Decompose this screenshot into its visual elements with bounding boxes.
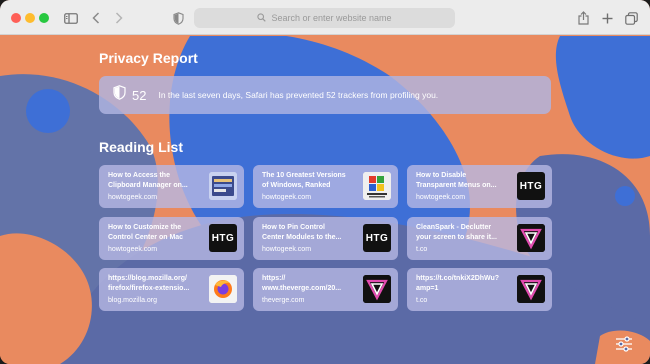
item-domain: howtogeek.com bbox=[108, 194, 158, 201]
verge-logo-icon bbox=[517, 275, 545, 303]
item-title-line: CleanSpark - Declutter bbox=[416, 224, 492, 231]
item-title-line: How to Customize the bbox=[108, 224, 182, 231]
item-title-line: https://blog.mozilla.org/ bbox=[108, 275, 187, 282]
item-title-line: Control Center on Mac bbox=[108, 233, 184, 241]
search-icon bbox=[257, 12, 267, 24]
privacy-report-message: In the last seven days, Safari has preve… bbox=[158, 90, 439, 100]
item-title-line: of Windows, Ranked bbox=[262, 181, 331, 189]
item-title-line: Clipboard Manager on... bbox=[108, 181, 188, 189]
back-icon[interactable] bbox=[90, 8, 102, 28]
htg-logo-icon: HTG bbox=[517, 172, 545, 200]
item-domain: howtogeek.com bbox=[262, 246, 312, 253]
customize-start-page-icon[interactable] bbox=[615, 336, 633, 357]
item-title-line: How to Pin Control bbox=[262, 224, 325, 231]
item-domain: howtogeek.com bbox=[262, 194, 312, 201]
item-domain: howtogeek.com bbox=[416, 194, 466, 201]
item-title-line: How to Access the bbox=[108, 172, 170, 179]
address-bar[interactable]: Search or enter website name bbox=[194, 8, 455, 28]
shield-icon bbox=[113, 85, 126, 105]
sidebar-toggle-icon[interactable] bbox=[63, 8, 79, 28]
close-window-button[interactable] bbox=[11, 13, 21, 23]
item-title-line: firefox/firefox-extensio... bbox=[108, 284, 190, 292]
item-title-line: Center Modules to the... bbox=[262, 233, 342, 241]
item-domain: theverge.com bbox=[262, 297, 305, 304]
tracker-count: 52 bbox=[132, 87, 147, 103]
item-domain: howtogeek.com bbox=[108, 246, 158, 253]
new-tab-icon[interactable] bbox=[600, 8, 614, 28]
item-title-line: amp=1 bbox=[416, 284, 439, 292]
reading-list-item[interactable]: How to Customize the Control Center on Ma… bbox=[99, 217, 244, 260]
start-page: Privacy Report 52 In the last seven days… bbox=[0, 36, 650, 364]
item-title-line: Transparent Menus on... bbox=[416, 181, 497, 189]
reading-list-item[interactable]: The 10 Greatest Versions of Windows, Rank… bbox=[253, 165, 398, 208]
item-title-line: www.theverge.com/20... bbox=[262, 284, 342, 292]
reading-list-item[interactable]: How to Access the Clipboard Manager on...… bbox=[99, 165, 244, 208]
verge-logo-icon bbox=[517, 224, 545, 252]
htg-logo-icon: HTG bbox=[209, 224, 237, 252]
windows-logo-icon bbox=[363, 172, 391, 200]
reading-list-heading: Reading List bbox=[99, 139, 184, 155]
reading-list-item[interactable]: https://t.co/tnkiX2DhWu? amp=1 t.co bbox=[407, 268, 552, 311]
item-domain: blog.mozilla.org bbox=[108, 297, 158, 304]
tab-overview-icon[interactable] bbox=[624, 8, 638, 28]
forward-icon[interactable] bbox=[113, 8, 125, 28]
address-placeholder: Search or enter website name bbox=[271, 13, 392, 23]
firefox-logo-icon bbox=[209, 275, 237, 303]
reading-list-item[interactable]: https:// www.theverge.com/20... theverge.… bbox=[253, 268, 398, 311]
toolbar: Search or enter website name bbox=[0, 0, 650, 35]
item-domain: t.co bbox=[416, 246, 428, 253]
item-title-line: https:// bbox=[262, 275, 286, 282]
privacy-shield-icon[interactable] bbox=[171, 8, 185, 28]
htg-logo-icon: HTG bbox=[363, 224, 391, 252]
item-domain: t.co bbox=[416, 297, 428, 304]
zoom-window-button[interactable] bbox=[39, 13, 49, 23]
reading-list-item[interactable]: How to Pin Control Center Modules to the.… bbox=[253, 217, 398, 260]
reading-list-item[interactable]: How to Disable Transparent Menus on... ho… bbox=[407, 165, 552, 208]
clipboard-thumbnail-icon bbox=[209, 172, 237, 200]
share-icon[interactable] bbox=[576, 8, 590, 28]
item-title-line: How to Disable bbox=[416, 172, 467, 179]
privacy-report-heading: Privacy Report bbox=[99, 50, 198, 66]
minimize-window-button[interactable] bbox=[25, 13, 35, 23]
item-title-line: https://t.co/tnkiX2DhWu? bbox=[416, 275, 500, 282]
reading-list-item[interactable]: CleanSpark - Declutter your screen to sha… bbox=[407, 217, 552, 260]
reading-list-item[interactable]: https://blog.mozilla.org/firefox/firefox… bbox=[99, 268, 244, 311]
verge-logo-icon bbox=[363, 275, 391, 303]
safari-window: Search or enter website name Privacy Rep… bbox=[0, 0, 650, 364]
item-title-line: your screen to share it... bbox=[416, 233, 497, 241]
privacy-report-card[interactable]: 52 In the last seven days, Safari has pr… bbox=[99, 76, 551, 114]
item-title-line: The 10 Greatest Versions bbox=[262, 172, 346, 179]
